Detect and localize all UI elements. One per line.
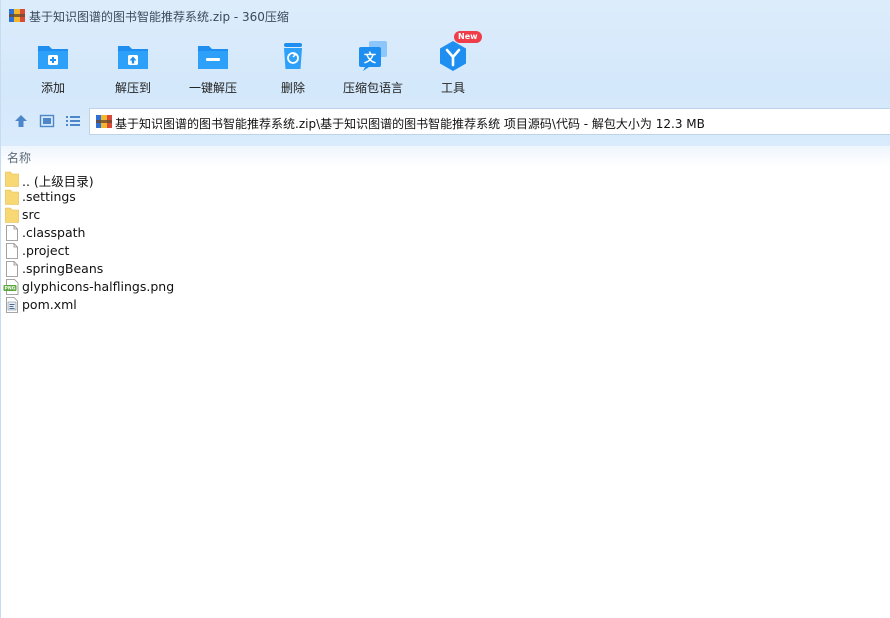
list-item-project[interactable]: .project bbox=[1, 242, 890, 260]
list-item-settings[interactable]: .settings bbox=[1, 188, 890, 206]
one-click-extract-button[interactable]: 一键解压 bbox=[173, 36, 253, 96]
png-file-icon: PNG bbox=[3, 279, 19, 295]
folder-icon bbox=[5, 189, 19, 205]
file-icon bbox=[6, 261, 18, 277]
archive-icon bbox=[9, 9, 25, 22]
list-item-name: .settings bbox=[22, 189, 76, 204]
delete-button[interactable]: 删除 bbox=[253, 36, 333, 96]
trash-icon bbox=[284, 43, 302, 69]
language-icon: 文 bbox=[359, 41, 387, 71]
add-folder-icon bbox=[38, 46, 68, 69]
add-button-label: 添加 bbox=[40, 81, 65, 95]
extract-to-button[interactable]: 解压到 bbox=[93, 36, 173, 96]
window-title: 基于知识图谱的图书智能推荐系统.zip - 360压缩 bbox=[29, 10, 289, 24]
tools-icon bbox=[440, 41, 466, 71]
extract-to-icon bbox=[118, 46, 148, 69]
list-item-name: pom.xml bbox=[22, 297, 77, 312]
list-item-pom[interactable]: pom.xml bbox=[1, 296, 890, 314]
address-path: 基于知识图谱的图书智能推荐系统.zip\基于知识图谱的图书智能推荐系统 项目源码… bbox=[115, 117, 705, 131]
file-icon bbox=[6, 225, 18, 241]
app-window: 基于知识图谱的图书智能推荐系统.zip - 360压缩 添加 解压到 一键解压 … bbox=[0, 0, 890, 618]
list-item-classpath[interactable]: .classpath bbox=[1, 224, 890, 242]
list-item-name: .project bbox=[22, 243, 70, 258]
tools-button[interactable]: 工具 bbox=[413, 36, 493, 96]
top-panel: 基于知识图谱的图书智能推荐系统.zip - 360压缩 添加 解压到 一键解压 … bbox=[1, 0, 890, 146]
file-icon bbox=[6, 243, 18, 259]
extract-to-button-label: 解压到 bbox=[114, 81, 151, 95]
list-item-name: .springBeans bbox=[22, 261, 104, 276]
list-item-src[interactable]: src bbox=[1, 206, 890, 224]
file-list: .. (上级目录) .settings src .classpath .proj… bbox=[1, 170, 890, 314]
list-view-icon[interactable] bbox=[65, 113, 81, 129]
list-item-name: src bbox=[22, 207, 41, 222]
one-click-extract-button-label: 一键解压 bbox=[188, 81, 237, 95]
one-click-extract-icon bbox=[198, 46, 228, 69]
archive-language-button[interactable]: 文 压缩包语言 bbox=[333, 36, 413, 96]
svg-text:文: 文 bbox=[364, 50, 377, 65]
column-header: 名称 bbox=[1, 146, 890, 166]
up-arrow-icon[interactable] bbox=[13, 113, 29, 129]
column-name-header[interactable]: 名称 bbox=[7, 149, 31, 166]
svg-text:PNG: PNG bbox=[5, 286, 16, 292]
xml-file-icon bbox=[6, 297, 18, 313]
list-item-name: glyphicons-halflings.png bbox=[22, 279, 175, 294]
tools-button-label: 工具 bbox=[440, 81, 465, 95]
folder-icon bbox=[5, 171, 19, 187]
list-item-springbeans[interactable]: .springBeans bbox=[1, 260, 890, 278]
list-item-parent-dir[interactable]: .. (上级目录) bbox=[1, 170, 890, 189]
delete-button-label: 删除 bbox=[280, 81, 305, 95]
list-item-name: .classpath bbox=[22, 225, 86, 240]
add-button[interactable]: 添加 bbox=[13, 36, 93, 96]
thumbnail-view-icon[interactable] bbox=[39, 113, 55, 129]
folder-icon bbox=[5, 207, 19, 223]
archive-language-button-label: 压缩包语言 bbox=[342, 81, 403, 95]
new-badge: New bbox=[454, 31, 482, 43]
archive-icon bbox=[96, 115, 112, 128]
list-item-png[interactable]: PNG glyphicons-halflings.png bbox=[1, 278, 890, 296]
title-bar: 基于知识图谱的图书智能推荐系统.zip - 360压缩 bbox=[1, 0, 890, 30]
address-bar[interactable]: 基于知识图谱的图书智能推荐系统.zip\基于知识图谱的图书智能推荐系统 项目源码… bbox=[89, 108, 890, 135]
